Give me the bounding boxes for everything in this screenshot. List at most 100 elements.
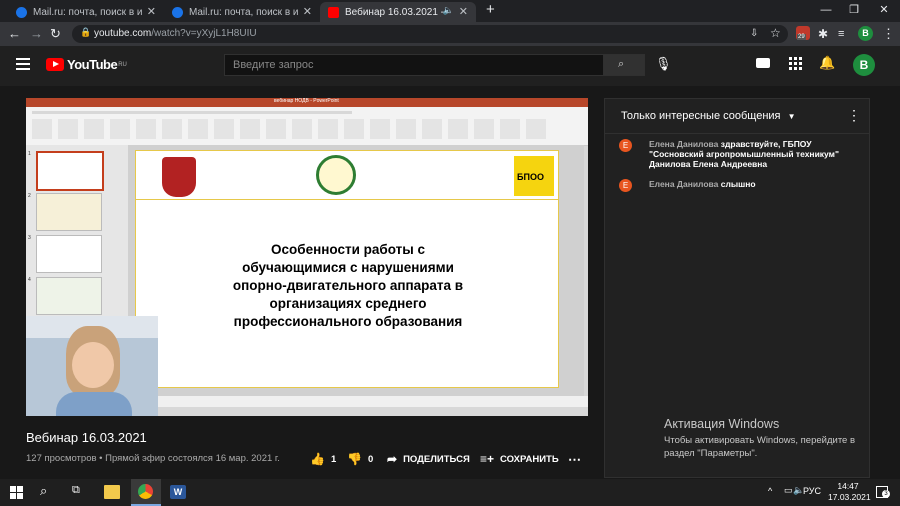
regional-coat-of-arms-icon — [162, 157, 196, 197]
url-text: youtube.com/watch?v=yXyjL1H8UIU — [94, 28, 257, 39]
thumb-down-icon: 👎 — [347, 452, 362, 466]
hamburger-menu-icon[interactable] — [16, 58, 30, 70]
chrome-profile-avatar[interactable]: B — [858, 26, 873, 41]
extension-icon[interactable]: 29 — [796, 26, 810, 40]
word-icon[interactable]: W — [170, 485, 186, 499]
windows-start-icon[interactable] — [10, 486, 23, 499]
mailru-favicon-icon — [172, 6, 183, 18]
reading-list-icon[interactable]: ≡ — [838, 25, 844, 43]
network-icon[interactable]: ▭ — [784, 485, 793, 496]
slide-thumbnail[interactable] — [36, 193, 102, 231]
bookmark-star-icon[interactable]: ☆ — [770, 26, 781, 40]
maximize-window-button[interactable]: ❐ — [840, 0, 868, 20]
slide-title: Особенности работы с обучающимися с нару… — [232, 242, 464, 329]
address-bar[interactable]: 🔒 youtube.com/watch?v=yXyjL1H8UIU ⇩ ☆ — [72, 25, 788, 43]
taskbar-search-icon[interactable]: ⌕ — [40, 483, 47, 499]
slide-number: 3 — [28, 235, 31, 241]
college-emblem-icon — [316, 155, 356, 195]
tab-title: Вебинар 16.03.2021 - YouTu — [345, 6, 445, 18]
powerpoint-status-bar — [128, 396, 588, 407]
audio-playing-icon[interactable]: 🔈 — [443, 5, 454, 16]
notification-count: 3 — [882, 490, 890, 498]
slide-number: 1 — [28, 151, 31, 157]
video-player[interactable]: вебинар НОДВ - PowerPoint 1 2 3 4 БПОО О… — [26, 98, 588, 416]
task-view-icon[interactable]: ⧉ — [72, 484, 80, 497]
notifications-bell-icon[interactable]: 🔔 — [819, 55, 835, 71]
youtube-account-avatar[interactable]: B — [853, 54, 875, 76]
like-count: 1 — [330, 453, 337, 465]
powerpoint-title-bar: вебинар НОДВ - PowerPoint — [26, 98, 588, 107]
file-explorer-icon[interactable] — [104, 485, 120, 499]
search-placeholder: Введите запрос — [233, 59, 314, 71]
back-icon[interactable]: ← — [8, 25, 21, 43]
windows-activation-watermark: Активация Windows Чтобы активировать Win… — [664, 417, 856, 459]
browser-tab-mail-1[interactable]: Mail.ru: почта, поиск в интерне ✕ — [8, 2, 164, 22]
powerpoint-ribbon — [26, 107, 588, 146]
browser-tab-mail-2[interactable]: Mail.ru: почта, поиск в интерне ✕ — [164, 2, 320, 22]
voice-search-mic-icon[interactable]: 🎙 — [655, 56, 672, 72]
share-label: ПОДЕЛИТЬСЯ — [403, 453, 470, 465]
chrome-menu-icon[interactable]: ⋮ — [882, 25, 895, 43]
browser-tab-youtube[interactable]: Вебинар 16.03.2021 - YouTu 🔈 ✕ — [320, 2, 476, 22]
minimize-window-button[interactable]: — — [812, 0, 840, 20]
save-button[interactable]: ≡+ СОХРАНИТЬ — [480, 452, 559, 466]
youtube-favicon-icon — [328, 6, 339, 18]
like-button[interactable]: 👍 1 — [310, 452, 336, 466]
chat-author-avatar[interactable]: Е — [619, 139, 632, 152]
powerpoint-window-title: вебинар НОДВ - PowerPoint — [274, 98, 339, 104]
current-slide: БПОО Особенности работы с обучающимися с… — [135, 150, 559, 388]
close-window-button[interactable]: ✕ — [870, 0, 898, 20]
chat-author-name[interactable]: Елена Данилова — [649, 179, 718, 189]
youtube-play-logo-icon — [46, 58, 64, 71]
slide-thumbnail[interactable] — [36, 151, 104, 191]
slide-number: 2 — [28, 193, 31, 199]
dislike-button[interactable]: 👎 0 — [347, 452, 373, 466]
close-tab-icon[interactable]: ✕ — [147, 5, 156, 18]
notification-center-icon[interactable]: 3 — [876, 486, 890, 498]
chat-more-options-icon[interactable]: ⋮ — [847, 107, 861, 124]
chat-message-text: слышно — [720, 179, 756, 189]
chrome-icon — [138, 484, 153, 499]
more-actions-icon[interactable]: ⋯ — [568, 452, 581, 468]
youtube-logo-region: RU — [118, 61, 127, 68]
apps-grid-icon[interactable] — [789, 57, 802, 70]
chat-header: Только интересные сообщения ▼ ⋮ — [605, 99, 869, 134]
mailru-favicon-icon — [16, 6, 27, 18]
reload-icon[interactable]: ↻ — [50, 25, 61, 43]
new-tab-button[interactable]: + — [486, 1, 495, 19]
presenter-webcam — [26, 316, 158, 416]
system-clock[interactable]: 14:47 17.03.2021 — [828, 481, 871, 503]
chat-author-avatar[interactable]: Е — [619, 179, 632, 192]
video-meta: 127 просмотров • Прямой эфир состоялся 1… — [26, 453, 280, 464]
share-button[interactable]: ➦ ПОДЕЛИТЬСЯ — [387, 452, 470, 466]
close-tab-icon[interactable]: ✕ — [303, 5, 312, 18]
slide-thumbnail[interactable] — [36, 277, 102, 315]
bpoo-logo: БПОО — [514, 156, 554, 196]
chrome-taskbar-button[interactable] — [131, 479, 161, 506]
input-language[interactable]: РУС — [803, 486, 821, 496]
save-label: СОХРАНИТЬ — [500, 453, 559, 465]
add-to-playlist-icon: ≡+ — [480, 452, 495, 466]
search-icon: ⌕ — [618, 58, 625, 70]
extensions-puzzle-icon[interactable]: ✱ — [818, 25, 828, 43]
youtube-logo[interactable]: YouTube RU — [46, 57, 127, 72]
install-app-icon[interactable]: ⇩ — [750, 28, 758, 39]
browser-tab-strip: Mail.ru: почта, поиск в интерне ✕ Mail.r… — [0, 0, 900, 22]
slide-thumbnail[interactable] — [36, 235, 102, 273]
create-video-icon[interactable] — [756, 58, 770, 68]
thumb-up-icon: 👍 — [310, 452, 325, 466]
video-title: Вебинар 16.03.2021 — [26, 430, 147, 445]
search-button[interactable]: ⌕ — [603, 54, 645, 76]
chat-mode-selector[interactable]: Только интересные сообщения ▼ — [621, 110, 796, 122]
youtube-header: YouTube RU Введите запрос ⌕ 🎙 🔔 B — [0, 46, 900, 86]
tray-chevron-up-icon[interactable]: ^ — [768, 486, 772, 496]
close-tab-icon[interactable]: ✕ — [459, 5, 468, 18]
slide-canvas: БПОО Особенности работы с обучающимися с… — [128, 145, 584, 407]
forward-icon[interactable]: → — [30, 25, 43, 43]
chat-message: Е Елена Данилова здравствуйте, ГБПОУ "Со… — [619, 139, 863, 169]
tab-title: Mail.ru: почта, поиск в интерне — [33, 6, 143, 18]
slide-number: 4 — [28, 277, 31, 283]
chat-mode-label: Только интересные сообщения — [621, 110, 781, 122]
search-input[interactable]: Введите запрос — [224, 54, 604, 76]
chat-author-name[interactable]: Елена Данилова — [649, 139, 718, 149]
